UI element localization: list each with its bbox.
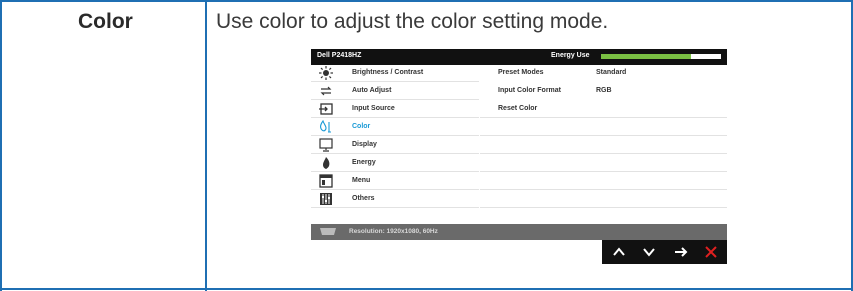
menu-item-label: Energy: [352, 159, 376, 166]
menu-item-label: Display: [352, 141, 377, 148]
osd-menu-screenshot: Dell P2418HZ Energy Use Brightness / Con…: [311, 49, 727, 240]
input-source-icon: [319, 103, 333, 115]
table-bottom-border: [0, 288, 853, 290]
menu-item-label: Auto Adjust: [352, 87, 392, 94]
submenu-value: Standard: [596, 69, 627, 76]
submenu-row-preset-modes[interactable]: Preset Modes Standard: [480, 65, 727, 82]
submenu-row-empty: [480, 155, 727, 172]
model-name: Dell P2418HZ: [317, 52, 362, 59]
table-left-border: [0, 0, 2, 291]
menu-item-label: Input Source: [352, 105, 395, 112]
video-port-icon: [320, 228, 336, 235]
menu-item-label: Menu: [352, 177, 371, 184]
energy-use-meter: [601, 54, 721, 59]
energy-use-remaining: [691, 54, 721, 59]
energy-use-label: Energy Use: [551, 52, 590, 59]
menu-icon: [319, 174, 333, 188]
submenu-row-input-color-format[interactable]: Input Color Format RGB: [480, 83, 727, 100]
submenu-key: Preset Modes: [498, 69, 544, 76]
row-description: Use color to adjust the color setting mo…: [216, 10, 609, 33]
osd-header: Dell P2418HZ Energy Use: [311, 49, 727, 65]
row-label: Color: [78, 10, 133, 33]
submenu-key: Input Color Format: [498, 87, 561, 94]
energy-icon: [323, 157, 330, 169]
display-icon: [319, 138, 333, 152]
close-icon[interactable]: [702, 243, 720, 261]
table-top-border: [0, 0, 853, 2]
menu-item-auto-adjust[interactable]: Auto Adjust: [311, 83, 479, 100]
submenu-row-empty: [480, 191, 727, 208]
osd-navigation-bar: [602, 240, 727, 264]
submenu-row-empty: [480, 173, 727, 190]
up-arrow-icon[interactable]: [610, 243, 628, 261]
submenu-row-empty: [480, 137, 727, 154]
table-divider: [205, 0, 207, 291]
resolution-text: Resolution: 1920x1080, 60Hz: [349, 228, 438, 235]
submenu-row-reset-color[interactable]: Reset Color: [480, 101, 727, 118]
menu-item-label: Color: [352, 123, 371, 130]
menu-item-input-source[interactable]: Input Source: [311, 101, 479, 118]
menu-item-label: Others: [352, 195, 375, 202]
osd-main-menu: Brightness / Contrast Auto Adjust Input …: [311, 65, 479, 224]
energy-use-fill: [601, 54, 691, 59]
menu-item-menu[interactable]: Menu: [311, 173, 479, 190]
submenu-key: Reset Color: [498, 105, 538, 112]
menu-item-others[interactable]: Others: [311, 191, 479, 208]
right-arrow-icon[interactable]: [672, 243, 690, 261]
menu-item-color[interactable]: Color: [311, 119, 479, 136]
osd-status-bar: Resolution: 1920x1080, 60Hz: [311, 224, 727, 240]
brightness-icon: [319, 66, 333, 80]
down-arrow-icon[interactable]: [640, 243, 658, 261]
submenu-value: RGB: [596, 87, 612, 94]
auto-adjust-icon: [320, 86, 332, 96]
menu-item-display[interactable]: Display: [311, 137, 479, 154]
menu-item-label: Brightness / Contrast: [352, 69, 424, 76]
color-icon: [320, 120, 331, 133]
others-icon: [320, 193, 332, 205]
submenu-row-empty: [480, 119, 727, 136]
osd-submenu: Preset Modes Standard Input Color Format…: [480, 65, 727, 224]
menu-item-brightness-contrast[interactable]: Brightness / Contrast: [311, 65, 479, 82]
menu-item-energy[interactable]: Energy: [311, 155, 479, 172]
